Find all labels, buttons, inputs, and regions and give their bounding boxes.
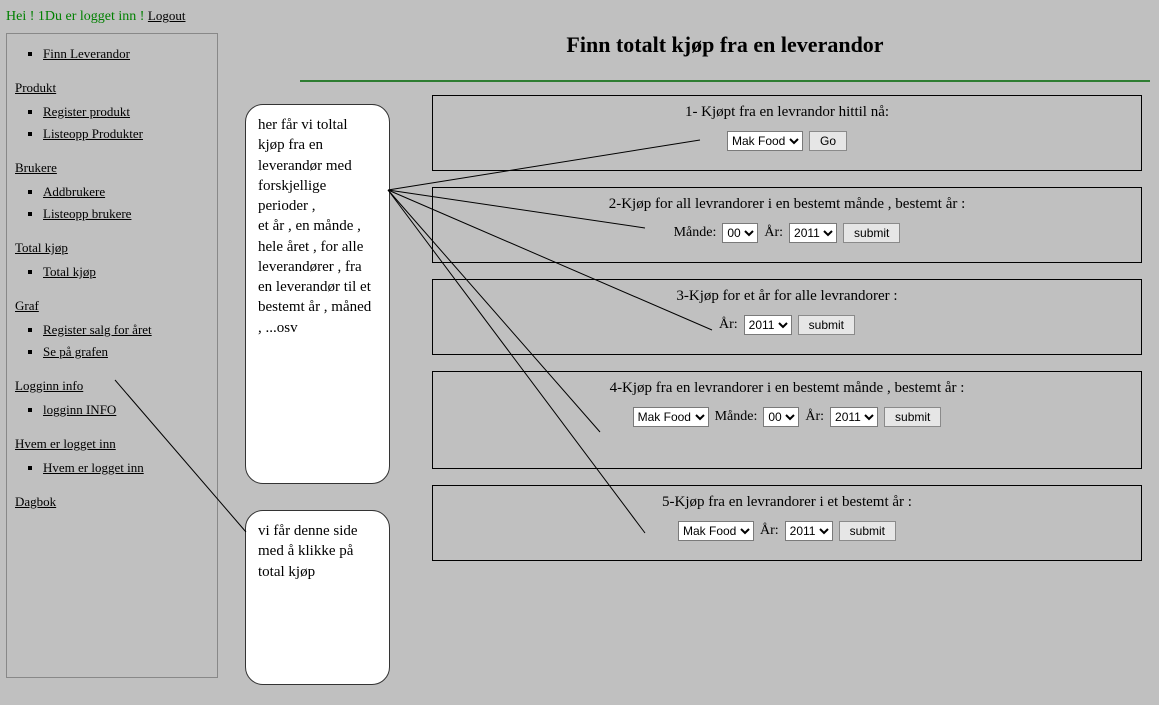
year-label: År: xyxy=(760,523,779,539)
submit-button[interactable]: submit xyxy=(798,315,855,335)
page-title: Finn totalt kjøp fra en leverandor xyxy=(300,32,1150,58)
sidebar-item[interactable]: Total kjøp xyxy=(43,264,213,280)
panel-all-suppliers-month-year: 2-Kjøp for all levrandorer i en bestemt … xyxy=(432,187,1142,263)
month-select[interactable]: 00 xyxy=(763,407,799,427)
note-box-description: her får vi toltal kjøp fra en leverandør… xyxy=(245,104,390,484)
sidebar-link[interactable]: Listeopp brukere xyxy=(43,206,131,221)
greeting-text: Hei ! 1Du er logget inn ! xyxy=(6,9,144,24)
go-button[interactable]: Go xyxy=(809,131,847,151)
submit-button[interactable]: submit xyxy=(843,223,900,243)
year-select[interactable]: 2011 xyxy=(785,521,833,541)
month-label: Månde: xyxy=(674,225,717,241)
sidebar-section: Hvem er logget inn xyxy=(15,436,213,452)
sidebar-section: Total kjøp xyxy=(15,240,213,256)
sidebar-item[interactable]: Addbrukere xyxy=(43,184,213,200)
sidebar-section: Dagbok xyxy=(15,494,213,510)
sidebar-link[interactable]: logginn INFO xyxy=(43,402,116,417)
year-label: År: xyxy=(719,317,738,333)
panel-label: 3-Kjøp for et år for alle levrandorer : xyxy=(441,288,1133,305)
sidebar-link[interactable]: Finn Leverandor xyxy=(43,46,130,61)
sidebar-link[interactable]: Register produkt xyxy=(43,104,130,119)
month-label: Månde: xyxy=(715,409,758,425)
year-select[interactable]: 2011 xyxy=(744,315,792,335)
logout-link[interactable]: Logout xyxy=(148,8,186,23)
panel-supplier-month-year: 4-Kjøp fra en levrandorer i en bestemt m… xyxy=(432,371,1142,469)
sidebar-item[interactable]: Hvem er logget inn xyxy=(43,460,213,476)
sidebar-item[interactable]: Listeopp Produkter xyxy=(43,126,213,142)
panel-label: 5-Kjøp fra en levrandorer i et bestemt å… xyxy=(441,494,1133,511)
sidebar-item[interactable]: Listeopp brukere xyxy=(43,206,213,222)
note-box-navigation-hint: vi får denne side med å klikke på total … xyxy=(245,510,390,685)
sidebar-link[interactable]: Hvem er logget inn xyxy=(43,460,144,475)
sidebar-section: Produkt xyxy=(15,80,213,96)
sidebar-item[interactable]: Register salg for året xyxy=(43,322,213,338)
submit-button[interactable]: submit xyxy=(839,521,896,541)
year-label: År: xyxy=(764,225,783,241)
sidebar-link[interactable]: Register salg for året xyxy=(43,322,152,337)
month-select[interactable]: 00 xyxy=(722,223,758,243)
panel-all-suppliers-year: 3-Kjøp for et år for alle levrandorer : … xyxy=(432,279,1142,355)
panel-label: 4-Kjøp fra en levrandorer i en bestemt m… xyxy=(441,380,1133,397)
sidebar-link[interactable]: Listeopp Produkter xyxy=(43,126,143,141)
submit-button[interactable]: submit xyxy=(884,407,941,427)
year-select[interactable]: 2011 xyxy=(830,407,878,427)
sidebar-link[interactable]: Total kjøp xyxy=(43,264,96,279)
sidebar-section: Graf xyxy=(15,298,213,314)
top-bar: Hei ! 1Du er logget inn ! Logout xyxy=(0,0,1159,33)
sidebar-link[interactable]: Se på grafen xyxy=(43,344,108,359)
sidebar[interactable]: Finn Leverandor Produkt Register produkt Li… xyxy=(6,33,218,678)
panel-supplier-year: 5-Kjøp fra en levrandorer i et bestemt å… xyxy=(432,485,1142,561)
sidebar-section: Logginn info xyxy=(15,378,213,394)
sidebar-item[interactable]: Finn Leverandor xyxy=(43,46,213,62)
sidebar-section: Brukere xyxy=(15,160,213,176)
panel-label: 1- Kjøpt fra en levrandor hittil nå: xyxy=(441,104,1133,121)
supplier-select[interactable]: Mak Food xyxy=(678,521,754,541)
sidebar-item[interactable]: logginn INFO xyxy=(43,402,213,418)
supplier-select[interactable]: Mak Food xyxy=(633,407,709,427)
panel-label: 2-Kjøp for all levrandorer i en bestemt … xyxy=(441,196,1133,213)
sidebar-item[interactable]: Register produkt xyxy=(43,104,213,120)
supplier-select[interactable]: Mak Food xyxy=(727,131,803,151)
sidebar-item[interactable]: Se på grafen xyxy=(43,344,213,360)
query-panels: 1- Kjøpt fra en levrandor hittil nå: Mak… xyxy=(432,95,1142,577)
year-select[interactable]: 2011 xyxy=(789,223,837,243)
year-label: År: xyxy=(805,409,824,425)
panel-purchase-so-far: 1- Kjøpt fra en levrandor hittil nå: Mak… xyxy=(432,95,1142,171)
title-underline xyxy=(300,80,1150,82)
sidebar-link[interactable]: Addbrukere xyxy=(43,184,105,199)
